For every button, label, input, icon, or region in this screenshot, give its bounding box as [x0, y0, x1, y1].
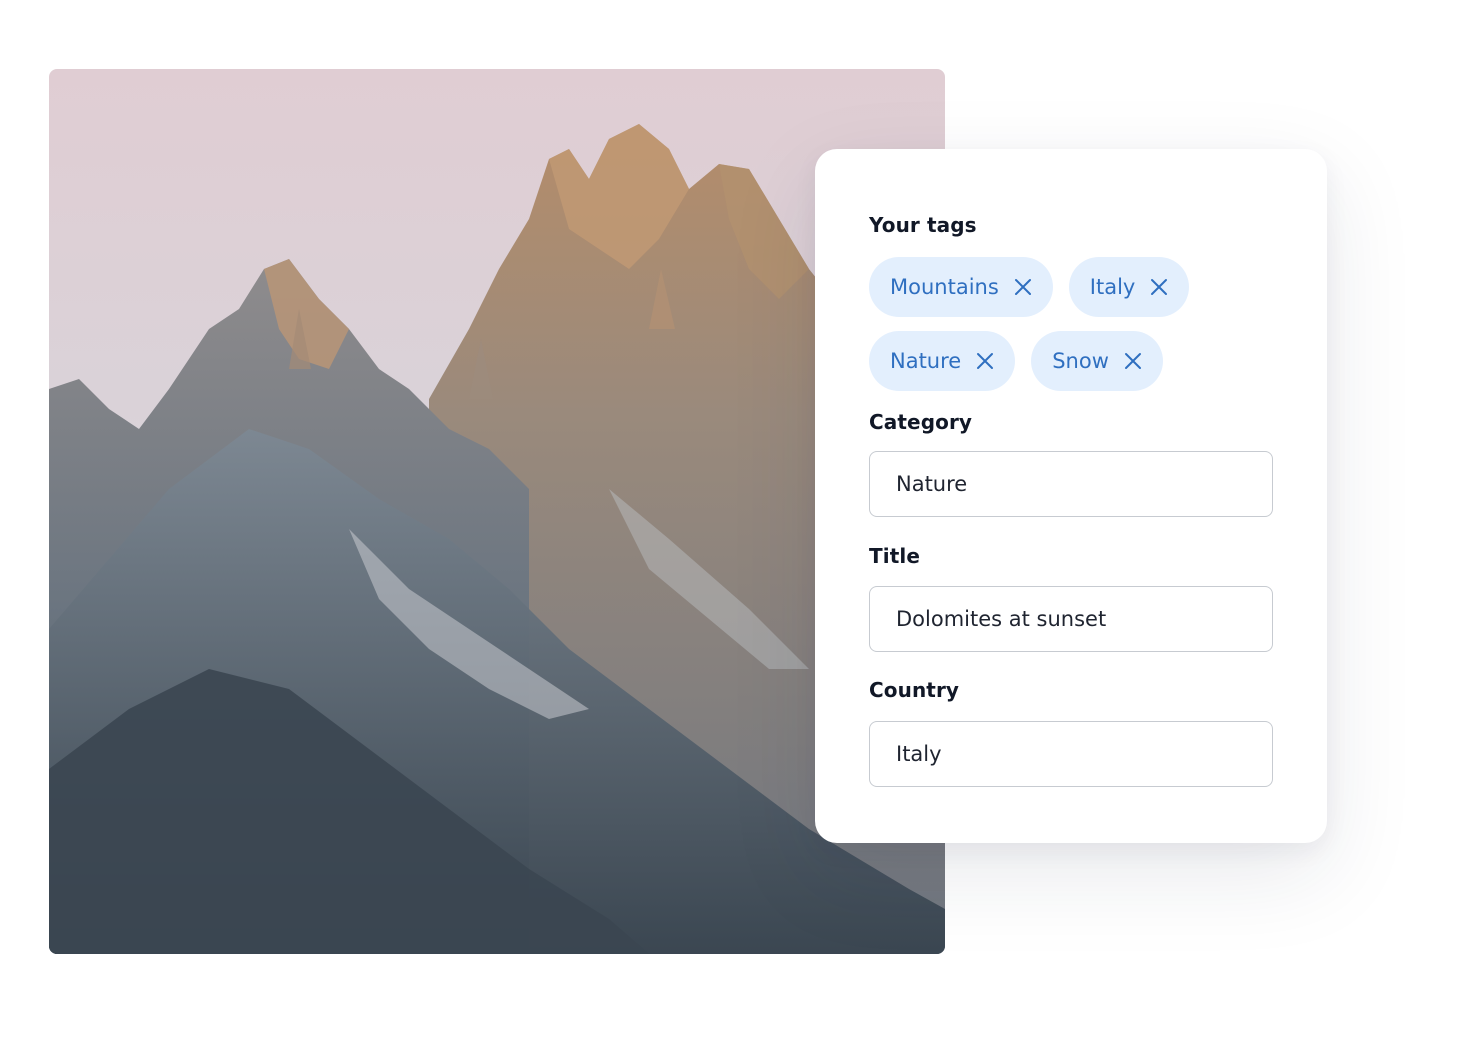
tag-nature[interactable]: Nature	[869, 331, 1016, 391]
close-icon[interactable]	[1149, 277, 1169, 297]
category-field[interactable]: Nature	[869, 451, 1273, 517]
tag-row: Mountains Italy	[869, 257, 1289, 317]
title-value: Dolomites at sunset	[896, 607, 1107, 631]
category-value: Nature	[896, 472, 968, 496]
tag-italy[interactable]: Italy	[1068, 257, 1190, 317]
close-icon[interactable]	[1013, 277, 1033, 297]
close-icon[interactable]	[1123, 351, 1143, 371]
tags-label: Your tags	[869, 213, 977, 237]
tag-mountains[interactable]: Mountains	[869, 257, 1053, 317]
tag-label: Italy	[1089, 275, 1136, 299]
tag-row: Nature Snow	[869, 331, 1289, 391]
title-label: Title	[869, 544, 920, 568]
country-label: Country	[869, 678, 960, 702]
tag-label: Snow	[1052, 349, 1109, 373]
mountain-illustration	[49, 69, 945, 954]
tag-snow[interactable]: Snow	[1031, 331, 1163, 391]
title-field[interactable]: Dolomites at sunset	[869, 586, 1273, 652]
mountain-photo	[49, 69, 945, 954]
close-icon[interactable]	[975, 351, 995, 371]
page: Your tags Mountains Italy Nature Snow Ca…	[0, 0, 1472, 1058]
category-label: Category	[869, 410, 973, 434]
tag-editor-card: Your tags Mountains Italy Nature Snow Ca…	[815, 149, 1327, 843]
tag-label: Nature	[890, 349, 962, 373]
tag-label: Mountains	[890, 275, 999, 299]
country-field[interactable]: Italy	[869, 721, 1273, 787]
tag-list: Mountains Italy Nature Snow	[869, 257, 1289, 405]
country-value: Italy	[896, 742, 942, 766]
